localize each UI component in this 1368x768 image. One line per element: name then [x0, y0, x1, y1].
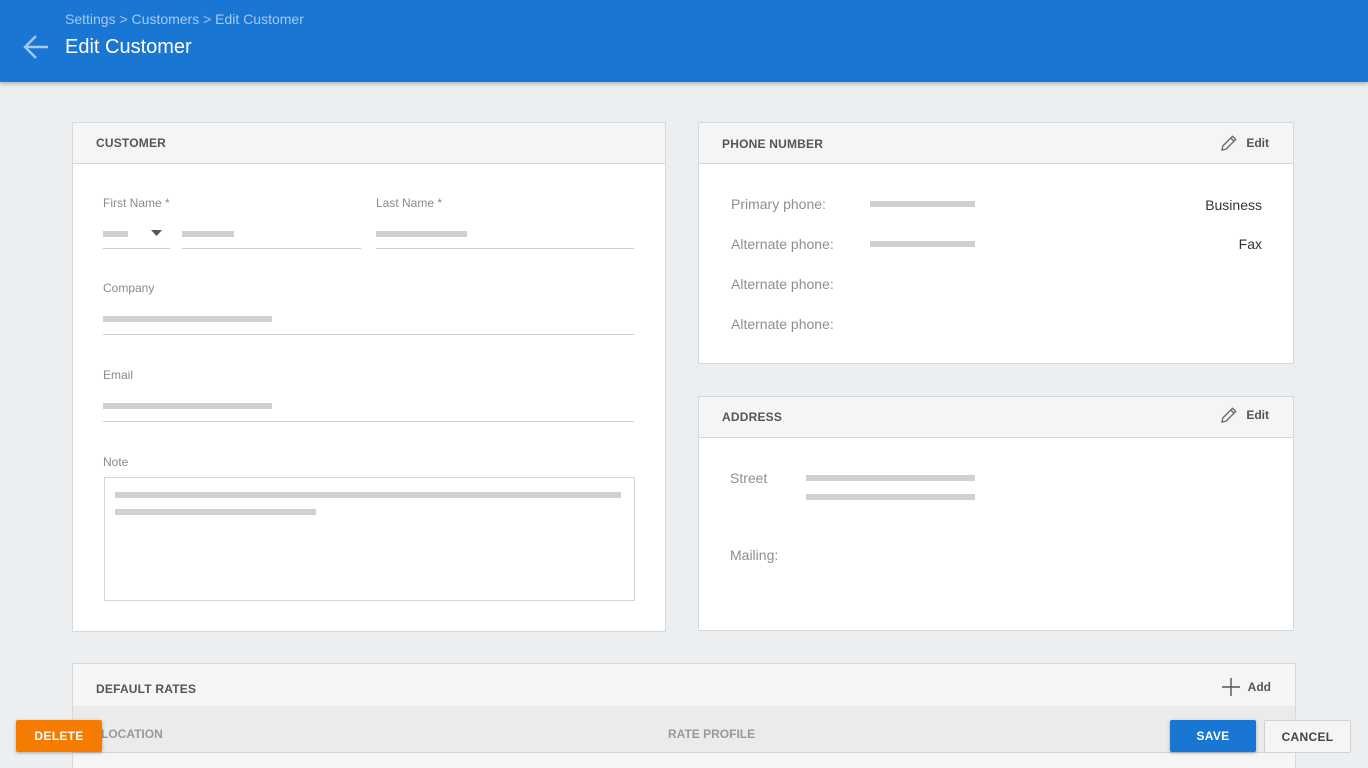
default-rates-card: DEFAULT RATES Add LOCATION RATE PROFILE [72, 663, 1296, 768]
mailing-label: Mailing: [730, 547, 779, 563]
phone-type: Business [1205, 197, 1262, 213]
cancel-button[interactable]: CANCEL [1264, 720, 1351, 753]
customer-card-title: CUSTOMER [96, 136, 167, 150]
street-label: Street [730, 470, 768, 486]
note-label: Note [103, 455, 129, 469]
customer-card: CUSTOMER First Name * Last Name * Compan… [72, 122, 666, 632]
street-line-placeholder [806, 494, 975, 500]
phone-edit-label: Edit [1246, 136, 1269, 150]
arrow-left-icon [23, 35, 48, 59]
rates-card-title: DEFAULT RATES [96, 682, 197, 696]
last-name-label: Last Name * [376, 196, 443, 210]
customer-card-header: CUSTOMER [73, 123, 665, 164]
phone-value-placeholder [870, 201, 975, 207]
phone-number-card: PHONE NUMBER Edit Primary phone: Busines… [698, 122, 1294, 364]
first-name-label: First Name * [103, 196, 170, 210]
address-edit-label: Edit [1246, 408, 1269, 422]
last-name-input[interactable] [376, 221, 634, 249]
column-rate-profile: RATE PROFILE [668, 727, 756, 741]
page-title: Edit Customer [65, 36, 192, 58]
rates-table-header: LOCATION RATE PROFILE [73, 706, 1295, 753]
phone-row-label: Alternate phone: [731, 276, 834, 292]
first-name-input[interactable] [182, 221, 361, 249]
pencil-icon [1221, 407, 1237, 423]
save-button[interactable]: SAVE [1170, 720, 1256, 752]
column-location: LOCATION [101, 727, 163, 741]
email-label: Email [103, 368, 134, 382]
phone-edit-button[interactable]: Edit [1220, 134, 1269, 152]
phone-row-label: Alternate phone: [731, 316, 834, 332]
phone-row-label: Alternate phone: [731, 236, 834, 252]
app-header: Settings > Customers > Edit Customer Edi… [0, 0, 1368, 82]
chevron-down-icon [151, 230, 162, 236]
delete-button[interactable]: DELETE [16, 720, 102, 752]
phone-row-label: Primary phone: [731, 196, 826, 212]
salutation-select[interactable] [103, 221, 170, 249]
rates-add-button[interactable]: Add [1221, 678, 1271, 696]
pencil-icon [1221, 135, 1237, 151]
company-label: Company [103, 281, 155, 295]
email-input[interactable] [103, 393, 634, 422]
address-card: ADDRESS Edit Street Mailing: [698, 396, 1294, 631]
rates-add-label: Add [1247, 680, 1271, 694]
phone-card-header: PHONE NUMBER Edit [699, 123, 1293, 164]
note-textarea[interactable] [104, 477, 635, 601]
address-edit-button[interactable]: Edit [1220, 406, 1269, 424]
phone-card-title: PHONE NUMBER [722, 137, 824, 151]
plus-icon [1221, 678, 1240, 696]
phone-type: Fax [1238, 236, 1262, 252]
address-card-header: ADDRESS Edit [699, 397, 1293, 438]
street-line-placeholder [806, 475, 975, 481]
phone-value-placeholder [870, 241, 975, 247]
address-card-title: ADDRESS [722, 410, 783, 424]
breadcrumb: Settings > Customers > Edit Customer [65, 11, 304, 27]
back-button[interactable] [22, 33, 50, 61]
company-input[interactable] [103, 306, 634, 335]
